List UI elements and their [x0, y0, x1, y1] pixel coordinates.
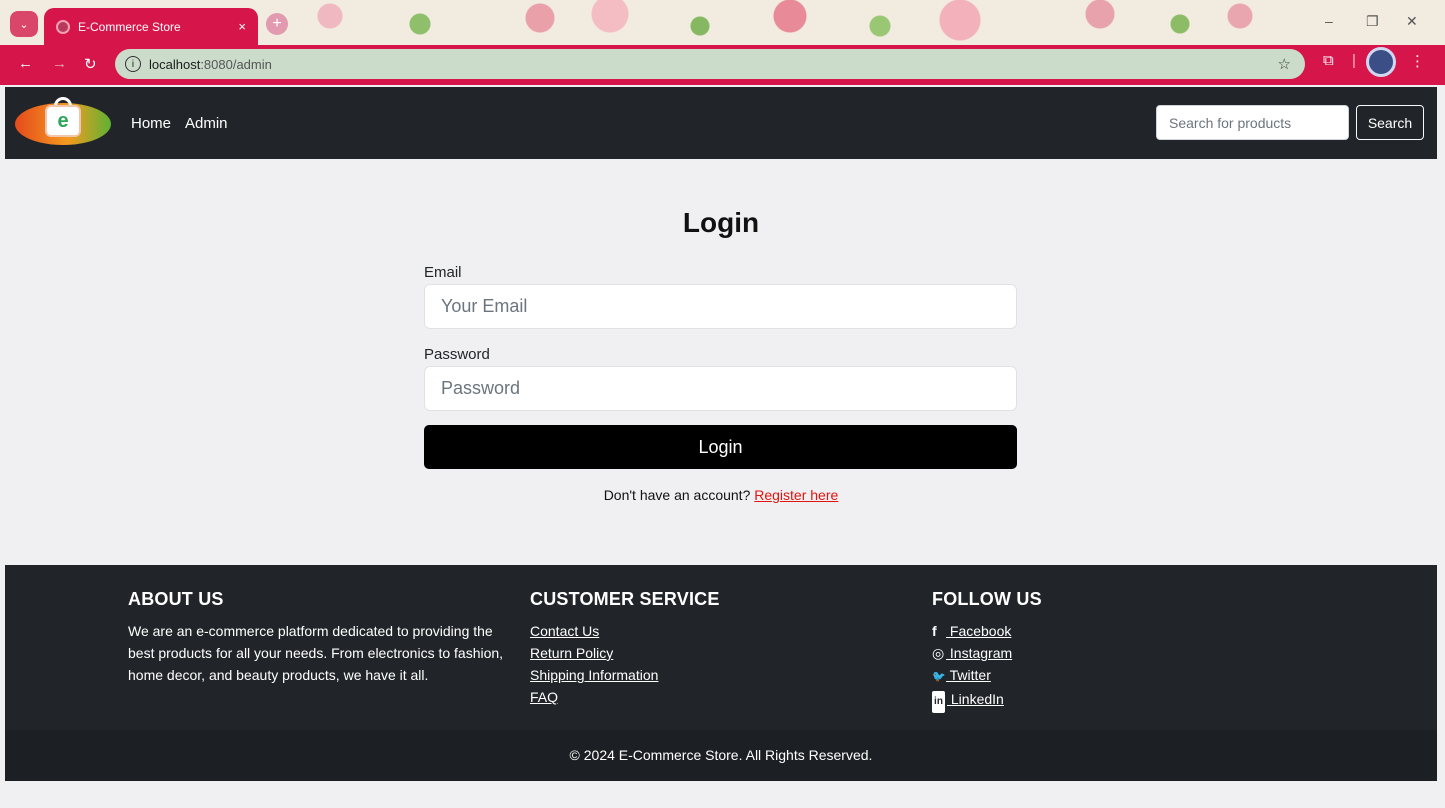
password-label: Password	[424, 346, 490, 363]
tab-favicon-icon	[56, 19, 70, 34]
profile-avatar[interactable]	[1366, 47, 1396, 77]
register-prompt: Don't have an account? Register here	[5, 487, 1437, 503]
footer-about: ABOUT US We are an e-commerce platform d…	[128, 589, 508, 686]
email-field[interactable]	[424, 284, 1017, 329]
reload-icon[interactable]: ↻	[84, 55, 97, 73]
nav-link-home[interactable]: Home	[131, 115, 171, 132]
forward-arrow-icon[interactable]: →	[52, 55, 67, 72]
footer-link-return-policy[interactable]: Return Policy	[530, 642, 720, 664]
footer-link-faq[interactable]: FAQ	[530, 686, 720, 708]
instagram-icon: ◎	[932, 645, 945, 661]
customer-service-heading: CUSTOMER SERVICE	[530, 589, 720, 609]
back-arrow-icon[interactable]: ←	[18, 55, 33, 72]
about-text: We are an e-commerce platform dedicated …	[128, 623, 504, 683]
facebook-icon: f	[932, 623, 937, 639]
login-section: Login Email Password Login Don't have an…	[5, 159, 1437, 565]
about-heading: ABOUT US	[128, 589, 224, 609]
logo-bag-icon: e	[45, 105, 81, 137]
browser-toolbar: ← → ↻ i localhost:8080/admin ☆ ⧉ | ⋮	[0, 45, 1445, 85]
tab-search-chevron-icon[interactable]: ⌄	[10, 11, 38, 37]
extensions-icon[interactable]: ⧉	[1323, 52, 1334, 69]
bookmark-star-icon[interactable]: ☆	[1278, 55, 1291, 73]
site-footer: ABOUT US We are an e-commerce platform d…	[5, 565, 1437, 730]
facebook-label: Facebook	[946, 623, 1012, 639]
store-logo[interactable]: e	[15, 97, 111, 149]
address-bar[interactable]: i localhost:8080/admin ☆	[115, 49, 1305, 79]
login-button[interactable]: Login	[424, 425, 1017, 469]
linkedin-label: LinkedIn	[947, 691, 1004, 707]
nav-link-admin[interactable]: Admin	[185, 115, 228, 132]
instagram-label: Instagram	[946, 645, 1013, 661]
site-navbar: e Home Admin Search	[5, 87, 1437, 159]
password-field[interactable]	[424, 366, 1017, 411]
window-close-icon[interactable]: ✕	[1406, 13, 1418, 30]
toolbar-divider: |	[1352, 52, 1356, 69]
browser-tab[interactable]: E-Commerce Store ×	[44, 8, 258, 45]
footer-link-contact-us[interactable]: Contact Us	[530, 620, 720, 642]
tab-close-icon[interactable]: ×	[238, 19, 246, 34]
chrome-menu-icon[interactable]: ⋮	[1410, 52, 1425, 70]
twitter-label: Twitter	[946, 667, 991, 683]
new-tab-button[interactable]: +	[266, 13, 288, 35]
login-title: Login	[682, 207, 760, 238]
footer-follow-us: FOLLOW US f Facebook ◎ Instagram 🐦 Twitt…	[932, 589, 1042, 713]
footer-customer-service: CUSTOMER SERVICE Contact Us Return Polic…	[530, 589, 720, 708]
footer-link-instagram[interactable]: ◎ Instagram	[932, 642, 1042, 664]
product-search-input[interactable]	[1156, 105, 1349, 140]
follow-us-heading: FOLLOW US	[932, 589, 1042, 609]
minimize-icon[interactable]: –	[1325, 13, 1333, 29]
footer-link-linkedin[interactable]: in LinkedIn	[932, 688, 1042, 713]
tab-title: E-Commerce Store	[78, 19, 181, 34]
site-info-icon[interactable]: i	[125, 56, 141, 72]
linkedin-icon: in	[932, 691, 945, 713]
no-account-text: Don't have an account?	[603, 487, 751, 503]
browser-tab-strip: ⌄ E-Commerce Store × + – ❐ ✕	[0, 0, 1445, 45]
restore-icon[interactable]: ❐	[1366, 13, 1379, 30]
register-link[interactable]: Register here	[754, 487, 838, 503]
url-host: localhost	[149, 56, 201, 72]
email-label: Email	[424, 264, 462, 281]
twitter-icon: 🐦	[932, 671, 946, 683]
url-path: :8080/admin	[200, 56, 272, 72]
footer-link-twitter[interactable]: 🐦 Twitter	[932, 664, 1042, 688]
footer-link-facebook[interactable]: f Facebook	[932, 620, 1042, 642]
footer-link-shipping-information[interactable]: Shipping Information	[530, 664, 720, 686]
search-button[interactable]: Search	[1356, 105, 1424, 140]
copyright-bar: © 2024 E-Commerce Store. All Rights Rese…	[5, 730, 1437, 781]
